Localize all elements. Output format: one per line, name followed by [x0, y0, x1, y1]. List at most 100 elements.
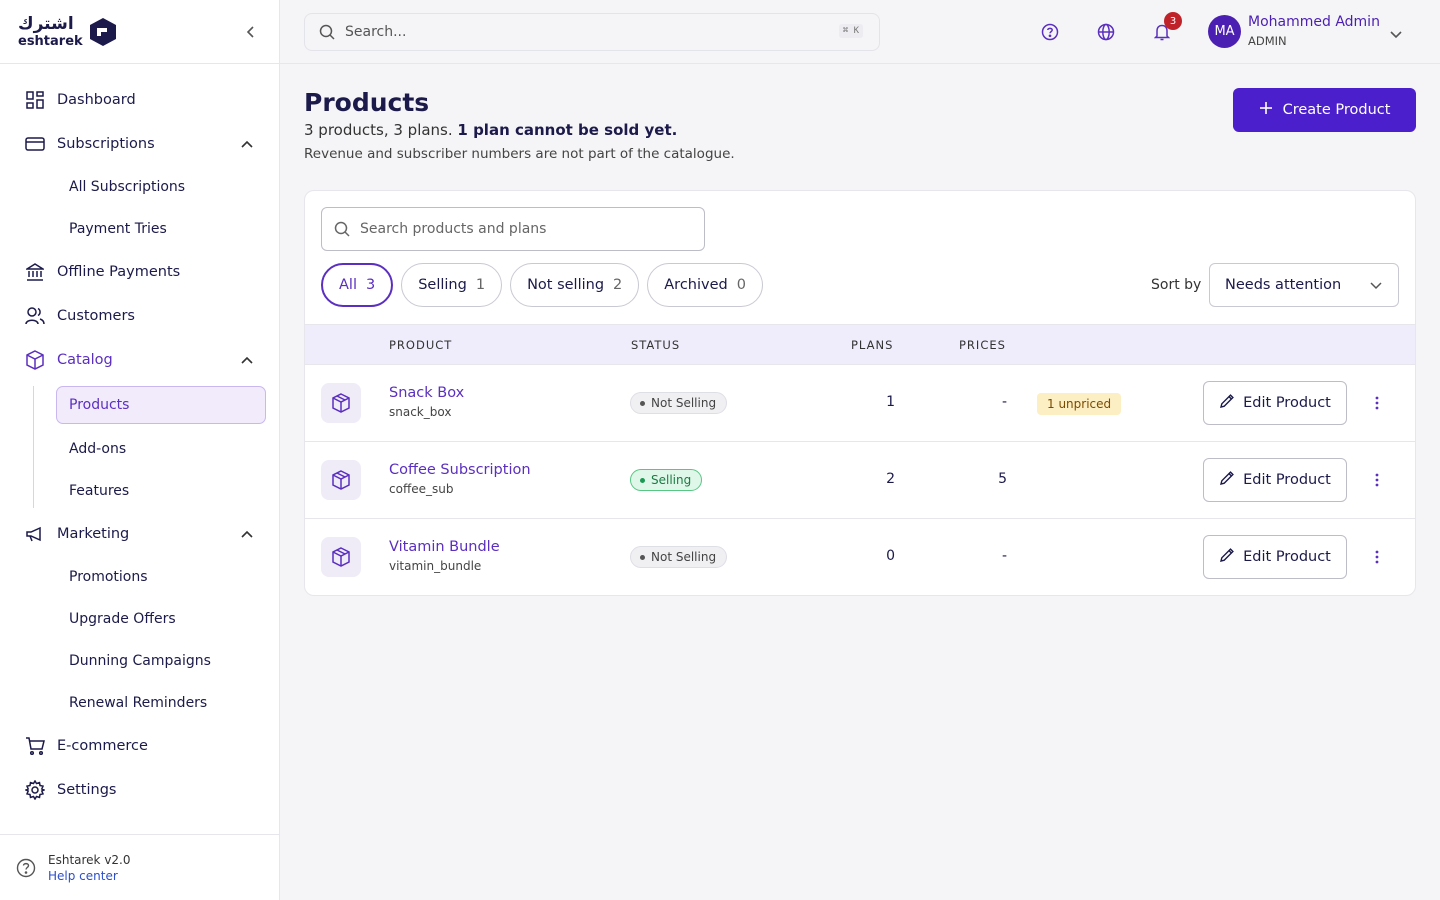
sidebar-item-e-commerce[interactable]: E-commerce — [0, 724, 279, 768]
topbar: Search... ⌘ K 3 MA Mohammed Admin ADMIN — [280, 0, 1440, 64]
more-vertical-icon[interactable] — [1367, 393, 1387, 413]
status-text: Not Selling — [651, 550, 717, 564]
sidebar-item-customers[interactable]: Customers — [0, 294, 279, 338]
column-status[interactable]: STATUS — [631, 338, 680, 352]
sort-value: Needs attention — [1225, 277, 1342, 293]
brand-mark-icon — [89, 17, 116, 46]
search-icon — [334, 221, 350, 237]
catalog-submenu: Products Add-ons Features — [0, 386, 279, 512]
sidebar-item-offline-payments[interactable]: Offline Payments — [0, 250, 279, 294]
sidebar-header: اشترك eshtarek — [0, 0, 279, 64]
gear-icon — [24, 779, 46, 801]
filter-label: All — [339, 277, 357, 293]
help-center-link[interactable]: Help center — [48, 869, 131, 883]
box-icon — [321, 460, 361, 500]
bank-icon — [24, 261, 46, 283]
product-name[interactable]: Snack Box — [389, 385, 464, 401]
global-search-input[interactable]: Search... ⌘ K — [304, 13, 880, 51]
avatar[interactable]: MA — [1208, 15, 1241, 48]
column-plans[interactable]: PLANS — [851, 338, 893, 352]
filter-count: 0 — [736, 277, 746, 293]
status-text: Selling — [651, 473, 692, 487]
globe-icon[interactable] — [1095, 21, 1117, 43]
brand-latin: eshtarek — [18, 33, 83, 49]
sidebar: اشترك eshtarek Dashboard Subscriptions A… — [0, 0, 280, 900]
sidebar-item-payment-tries[interactable]: Payment Tries — [0, 208, 279, 250]
plans-count: 1 — [886, 394, 895, 410]
create-product-button[interactable]: Create Product — [1233, 88, 1416, 132]
product-name[interactable]: Vitamin Bundle — [389, 539, 500, 555]
column-product[interactable]: PRODUCT — [389, 338, 452, 352]
search-shortcut: ⌘ K — [838, 24, 863, 38]
more-vertical-icon[interactable] — [1367, 547, 1387, 567]
dashboard-icon — [24, 89, 46, 111]
brand-logo[interactable]: اشترك eshtarek — [18, 15, 117, 49]
table-row[interactable]: Vitamin Bundle vitamin_bundle Not Sellin… — [305, 519, 1415, 595]
catalog-summary: 3 products, 3 plans. 1 plan cannot be so… — [304, 121, 677, 139]
filter-all[interactable]: All 3 — [321, 263, 394, 307]
edit-product-button[interactable]: Edit Product — [1203, 535, 1347, 579]
product-key: snack_box — [389, 405, 452, 419]
status-badge: Not Selling — [630, 392, 728, 414]
box-icon — [321, 537, 361, 577]
filter-count: 1 — [475, 277, 486, 293]
product-name[interactable]: Coffee Subscription — [389, 462, 531, 478]
status-dot — [640, 554, 645, 560]
edit-product-button[interactable]: Edit Product — [1203, 381, 1347, 425]
table-row[interactable]: Snack Box snack_box Not Selling 1 - 1 un… — [305, 365, 1415, 442]
sort-select[interactable]: Needs attention — [1209, 263, 1399, 307]
status-dot — [640, 477, 645, 483]
sidebar-item-add-ons[interactable]: Add-ons — [0, 428, 279, 470]
sidebar-item-settings[interactable]: Settings — [0, 768, 279, 812]
app-version: Eshtarek v2.0 — [48, 852, 131, 867]
help-icon[interactable] — [1039, 21, 1061, 43]
sidebar-item-catalog[interactable]: Catalog — [0, 338, 279, 382]
user-name[interactable]: Mohammed Admin — [1248, 14, 1380, 30]
more-vertical-icon[interactable] — [1367, 470, 1387, 490]
summary-counts: 3 products, 3 plans. — [304, 121, 458, 139]
notification-count-badge: 3 — [1164, 12, 1182, 30]
plans-count: 2 — [886, 471, 895, 487]
table-header: PRODUCT STATUS PLANS PRICES — [305, 324, 1415, 365]
sidebar-item-promotions[interactable]: Promotions — [0, 556, 279, 598]
sidebar-item-products[interactable]: Products — [56, 386, 266, 424]
chevron-up-icon — [241, 526, 253, 542]
sidebar-item-renewal-reminders[interactable]: Renewal Reminders — [0, 682, 279, 724]
status-badge: Selling — [630, 469, 703, 491]
users-icon — [24, 305, 46, 327]
filter-not-selling[interactable]: Not selling 2 — [510, 263, 640, 307]
marketing-submenu: Promotions Upgrade Offers Dunning Campai… — [0, 556, 279, 724]
catalog-note: Revenue and subscriber numbers are not p… — [304, 146, 735, 162]
sidebar-item-features[interactable]: Features — [0, 470, 279, 512]
sidebar-item-subscriptions[interactable]: Subscriptions — [0, 122, 279, 166]
pencil-icon — [1219, 393, 1235, 413]
status-badge: Not Selling — [630, 546, 728, 568]
filter-selling[interactable]: Selling 1 — [401, 263, 503, 307]
edit-product-label: Edit Product — [1243, 472, 1331, 488]
edit-product-label: Edit Product — [1243, 395, 1331, 411]
plans-count: 0 — [886, 548, 895, 564]
filter-count: 2 — [613, 277, 623, 293]
filter-label: Archived — [664, 277, 728, 293]
sidebar-item-dashboard[interactable]: Dashboard — [0, 78, 279, 122]
product-search-input[interactable]: Search products and plans — [321, 207, 705, 251]
sidebar-item-upgrade-offers[interactable]: Upgrade Offers — [0, 598, 279, 640]
sidebar-item-label: Dashboard — [57, 92, 136, 108]
table-row[interactable]: Coffee Subscription coffee_sub Selling 2… — [305, 442, 1415, 519]
filter-archived[interactable]: Archived 0 — [647, 263, 763, 307]
chevron-down-icon[interactable] — [1390, 24, 1402, 43]
column-prices[interactable]: PRICES — [959, 338, 1006, 352]
sidebar-item-label: Subscriptions — [57, 136, 155, 152]
search-placeholder: Search... — [345, 24, 407, 40]
chevron-down-icon — [1370, 278, 1382, 294]
collapse-sidebar-icon[interactable] — [241, 22, 261, 42]
unpriced-badge: 1 unpriced — [1037, 393, 1122, 415]
edit-product-button[interactable]: Edit Product — [1203, 458, 1347, 502]
sidebar-item-all-subscriptions[interactable]: All Subscriptions — [0, 166, 279, 208]
status-dot — [640, 400, 645, 406]
prices-count: - — [1001, 548, 1007, 564]
megaphone-icon — [24, 523, 46, 545]
sidebar-item-marketing[interactable]: Marketing — [0, 512, 279, 556]
product-key: vitamin_bundle — [389, 559, 482, 573]
sidebar-item-dunning-campaigns[interactable]: Dunning Campaigns — [0, 640, 279, 682]
